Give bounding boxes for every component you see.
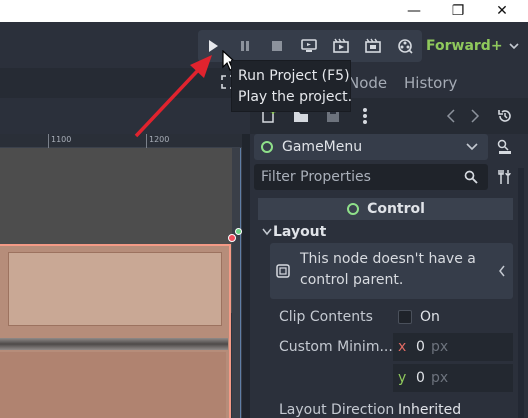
stop-button[interactable] bbox=[262, 30, 292, 62]
clip-contents-checkbox[interactable] bbox=[398, 310, 412, 324]
inspector-tools-button[interactable] bbox=[494, 166, 516, 188]
chevron-left-icon bbox=[499, 265, 505, 277]
tab-history[interactable]: History bbox=[404, 72, 457, 94]
min-size-y-value: 0 bbox=[416, 370, 425, 386]
annotation-arrow bbox=[134, 55, 212, 138]
renderer-chevron-icon bbox=[508, 35, 524, 57]
selection-handle[interactable] bbox=[228, 234, 236, 242]
property-label: Custom Minim... bbox=[279, 339, 393, 355]
inspector-scrollbar[interactable] bbox=[518, 168, 524, 418]
maximize-button[interactable]: ❐ bbox=[436, 0, 480, 22]
kebab-menu-icon bbox=[363, 108, 367, 124]
section-layout[interactable]: Layout bbox=[258, 222, 513, 242]
tab-node[interactable]: Node bbox=[348, 72, 387, 94]
maximize-icon: ❐ bbox=[451, 3, 465, 19]
unit-label: px bbox=[431, 370, 449, 386]
game-menu-panel[interactable] bbox=[0, 244, 231, 418]
viewport-scrollbar[interactable] bbox=[242, 134, 250, 418]
minimize-button[interactable]: — bbox=[392, 0, 436, 22]
panel-lower-texture bbox=[0, 352, 226, 418]
property-custom-minimum-size: Custom Minim... x 0 px bbox=[258, 333, 513, 361]
node-name-label: GameMenu bbox=[282, 139, 363, 155]
tools-icon bbox=[498, 170, 511, 184]
property-label: Layout Direction bbox=[279, 402, 395, 418]
close-icon: ✕ bbox=[496, 3, 508, 19]
chevron-left-icon bbox=[446, 109, 455, 123]
more-options-button[interactable] bbox=[354, 105, 376, 127]
configuration-warning: This node doesn't have a control parent. bbox=[270, 243, 513, 299]
container-icon bbox=[276, 264, 290, 278]
control-node-icon bbox=[261, 141, 273, 153]
renderer-selector[interactable]: Forward+ bbox=[426, 35, 506, 57]
remote-debug-button[interactable] bbox=[294, 30, 324, 62]
min-size-x-value: 0 bbox=[416, 339, 425, 355]
section-title: Layout bbox=[273, 224, 327, 240]
layout-direction-select[interactable]: Inherited bbox=[398, 396, 461, 418]
property-clip-contents: Clip Contents On bbox=[258, 303, 513, 331]
warning-text: This node doesn't have a control parent. bbox=[300, 251, 476, 288]
tooltip-description: Play the project. bbox=[238, 89, 353, 105]
run-project-tooltip: Run Project (F5) Play the project. bbox=[231, 60, 353, 112]
ruler-label: 1100 bbox=[51, 135, 72, 144]
play-custom-scene-button[interactable] bbox=[358, 30, 388, 62]
anchor-handle[interactable] bbox=[235, 228, 242, 235]
property-layout-direction: Layout Direction Inherited bbox=[258, 396, 513, 418]
unit-label: px bbox=[431, 339, 449, 355]
class-header: Control bbox=[258, 198, 513, 220]
axis-x-label: x bbox=[398, 339, 407, 355]
tab-history-label: History bbox=[404, 74, 458, 92]
search-icon bbox=[464, 170, 478, 184]
min-size-y-field[interactable]: y 0 px bbox=[393, 364, 513, 392]
tab-node-label: Node bbox=[348, 74, 388, 92]
node-selector[interactable]: GameMenu bbox=[254, 134, 488, 160]
property-label: Clip Contents bbox=[279, 309, 373, 325]
filter-placeholder: Filter Properties bbox=[261, 169, 371, 185]
play-scene-button[interactable] bbox=[326, 30, 356, 62]
object-history-button[interactable] bbox=[494, 105, 516, 127]
documentation-icon bbox=[497, 139, 511, 154]
panel-parchment bbox=[8, 252, 222, 326]
ruler-tick bbox=[48, 134, 49, 148]
tooltip-title: Run Project (F5) bbox=[238, 68, 350, 84]
history-icon bbox=[498, 110, 511, 122]
chevron-right-icon bbox=[471, 109, 480, 123]
minimize-icon: — bbox=[407, 3, 421, 19]
renderer-label: Forward+ bbox=[426, 38, 503, 54]
checkbox-value: On bbox=[420, 309, 440, 325]
min-size-x-field[interactable]: x 0 px bbox=[393, 333, 513, 361]
stop-icon bbox=[272, 41, 282, 51]
remote-debug-icon bbox=[301, 39, 317, 52]
os-title-bar: — ❐ ✕ bbox=[0, 0, 528, 22]
close-button[interactable]: ✕ bbox=[480, 0, 524, 22]
control-class-icon bbox=[347, 203, 360, 215]
class-name-label: Control bbox=[367, 201, 425, 217]
history-back-button[interactable] bbox=[440, 105, 462, 127]
chevron-down-icon bbox=[466, 143, 478, 151]
panel-ornament-band bbox=[0, 338, 228, 350]
open-documentation-button[interactable] bbox=[494, 136, 516, 158]
filter-properties-input[interactable]: Filter Properties bbox=[254, 164, 488, 190]
play-custom-icon bbox=[365, 38, 381, 53]
property-custom-minimum-size-y: y 0 px bbox=[258, 364, 513, 392]
pause-icon bbox=[241, 41, 249, 51]
inspector-dock: Node History GameMenu Filter Properties … bbox=[250, 68, 528, 418]
movie-maker-button[interactable] bbox=[390, 30, 420, 62]
axis-y-label: y bbox=[398, 370, 407, 386]
viewport-guide-line bbox=[240, 148, 241, 418]
play-scene-icon bbox=[333, 38, 349, 53]
movie-maker-icon bbox=[398, 39, 413, 54]
history-forward-button[interactable] bbox=[464, 105, 486, 127]
chevron-down-icon bbox=[262, 228, 272, 236]
